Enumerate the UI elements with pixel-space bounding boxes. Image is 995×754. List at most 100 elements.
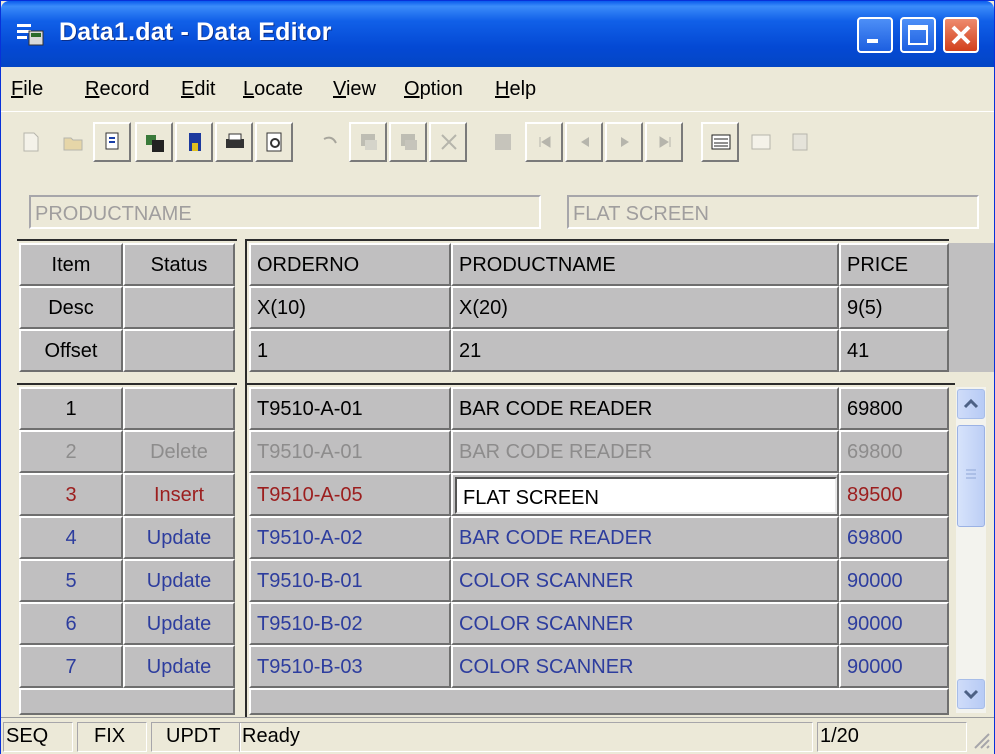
cell-price[interactable]: 89500	[839, 473, 949, 516]
desc-productname: X(20)	[451, 286, 839, 329]
prev-record-button[interactable]	[565, 122, 603, 162]
column-header-price[interactable]: PRICE	[839, 243, 949, 286]
cut-record-button[interactable]	[429, 122, 467, 162]
status-message: Ready	[239, 722, 813, 752]
next-record-icon	[621, 137, 629, 147]
view-form-button[interactable]	[741, 122, 779, 162]
header-desc-status	[123, 286, 235, 329]
print-preview-icon	[266, 132, 282, 152]
cell-productname[interactable]: BAR CODE READER	[451, 430, 839, 473]
header-offset-label: Offset	[19, 329, 123, 372]
open-button[interactable]	[53, 122, 91, 162]
options-button[interactable]	[781, 122, 819, 162]
row-status: Insert	[123, 473, 235, 516]
menu-help[interactable]: Help	[495, 78, 536, 101]
desc-orderno: X(10)	[249, 286, 451, 329]
find-button[interactable]	[483, 122, 521, 162]
maximize-icon	[908, 25, 928, 45]
next-record-button[interactable]	[605, 122, 643, 162]
copy-record-icon	[361, 134, 377, 150]
cell-edit-input[interactable]: FLAT SCREEN	[455, 477, 837, 514]
options-icon	[792, 133, 808, 151]
row-status: Update	[123, 516, 235, 559]
cell-orderno[interactable]: T9510-A-05	[249, 473, 451, 516]
cell-orderno[interactable]: T9510-B-03	[249, 645, 451, 688]
view-form-icon	[751, 134, 771, 150]
grip-icon	[966, 469, 976, 479]
cell-orderno[interactable]: T9510-A-01	[249, 430, 451, 473]
field-name-box: PRODUCTNAME	[29, 195, 541, 229]
view-list-button[interactable]	[701, 122, 739, 162]
field-value-box[interactable]: FLAT SCREEN	[567, 195, 979, 229]
cell-price[interactable]: 90000	[839, 602, 949, 645]
paste-record-button[interactable]	[389, 122, 427, 162]
maximize-button[interactable]	[900, 17, 936, 53]
cell-price[interactable]: 69800	[839, 387, 949, 430]
print-button[interactable]	[215, 122, 253, 162]
offset-orderno: 1	[249, 329, 451, 372]
body-right-border	[245, 383, 955, 385]
menu-record[interactable]: Record	[85, 78, 149, 101]
row-number[interactable]: 7	[19, 645, 123, 688]
bookmark-button[interactable]	[175, 122, 213, 162]
cell-orderno[interactable]: T9510-A-02	[249, 516, 451, 559]
cell-price[interactable]: 90000	[839, 559, 949, 602]
row-number[interactable]: 1	[19, 387, 123, 430]
print-preview-button[interactable]	[255, 122, 293, 162]
title-bar[interactable]: Data1.dat - Data Editor	[1, 1, 994, 67]
header-status-label: Status	[123, 243, 235, 286]
header-offset-status	[123, 329, 235, 372]
resize-grip-icon[interactable]	[969, 728, 991, 750]
column-header-orderno[interactable]: ORDERNO	[249, 243, 451, 286]
new-record-icon	[23, 132, 39, 152]
minimize-button[interactable]	[857, 17, 893, 53]
row-number[interactable]: 2	[19, 430, 123, 473]
cell-productname[interactable]: COLOR SCANNER	[451, 559, 839, 602]
cell-productname[interactable]: COLOR SCANNER	[451, 602, 839, 645]
row-number[interactable]: 3	[19, 473, 123, 516]
first-record-icon	[539, 136, 551, 148]
menu-locate[interactable]: Locate	[243, 78, 303, 101]
find-icon	[495, 134, 511, 150]
edit-record-icon	[105, 132, 119, 150]
status-record-position: 1/20	[817, 722, 967, 752]
undo-button[interactable]	[309, 122, 347, 162]
row-status: Update	[123, 645, 235, 688]
cell-orderno[interactable]: T9510-A-01	[249, 387, 451, 430]
first-record-button[interactable]	[525, 122, 563, 162]
cell-productname[interactable]: BAR CODE READER	[451, 516, 839, 559]
last-record-icon	[659, 136, 671, 148]
row-number[interactable]: 6	[19, 602, 123, 645]
save-floppy-icon	[146, 135, 164, 152]
cell-price[interactable]: 69800	[839, 516, 949, 559]
cell-price[interactable]: 69800	[839, 430, 949, 473]
menu-edit[interactable]: Edit	[181, 78, 215, 101]
scroll-thumb[interactable]	[957, 425, 985, 527]
cell-productname[interactable]: BAR CODE READER	[451, 387, 839, 430]
scroll-down-button[interactable]	[957, 679, 985, 709]
edit-record-button[interactable]	[93, 122, 131, 162]
scroll-up-button[interactable]	[957, 389, 985, 419]
row-number[interactable]: 5	[19, 559, 123, 602]
vertical-scrollbar[interactable]	[956, 387, 986, 713]
column-header-productname[interactable]: PRODUCTNAME	[451, 243, 839, 286]
paste-record-icon	[401, 134, 417, 150]
undo-icon	[323, 136, 337, 144]
new-record-button[interactable]	[11, 122, 49, 162]
copy-record-button[interactable]	[349, 122, 387, 162]
cell-price[interactable]: 90000	[839, 645, 949, 688]
menu-option[interactable]: Option	[404, 78, 463, 101]
cell-orderno[interactable]: T9510-B-02	[249, 602, 451, 645]
close-button[interactable]	[943, 17, 979, 53]
desc-filler	[949, 286, 994, 329]
prev-record-icon	[581, 137, 589, 147]
cell-orderno[interactable]: T9510-B-01	[249, 559, 451, 602]
menu-file[interactable]: File	[11, 78, 43, 101]
row-number[interactable]: 4	[19, 516, 123, 559]
menu-view[interactable]: View	[333, 78, 376, 101]
chevron-up-icon	[963, 398, 979, 409]
save-button[interactable]	[135, 122, 173, 162]
cell-productname[interactable]: COLOR SCANNER	[451, 645, 839, 688]
last-record-button[interactable]	[645, 122, 683, 162]
status-mode-updt: UPDT	[151, 722, 241, 752]
